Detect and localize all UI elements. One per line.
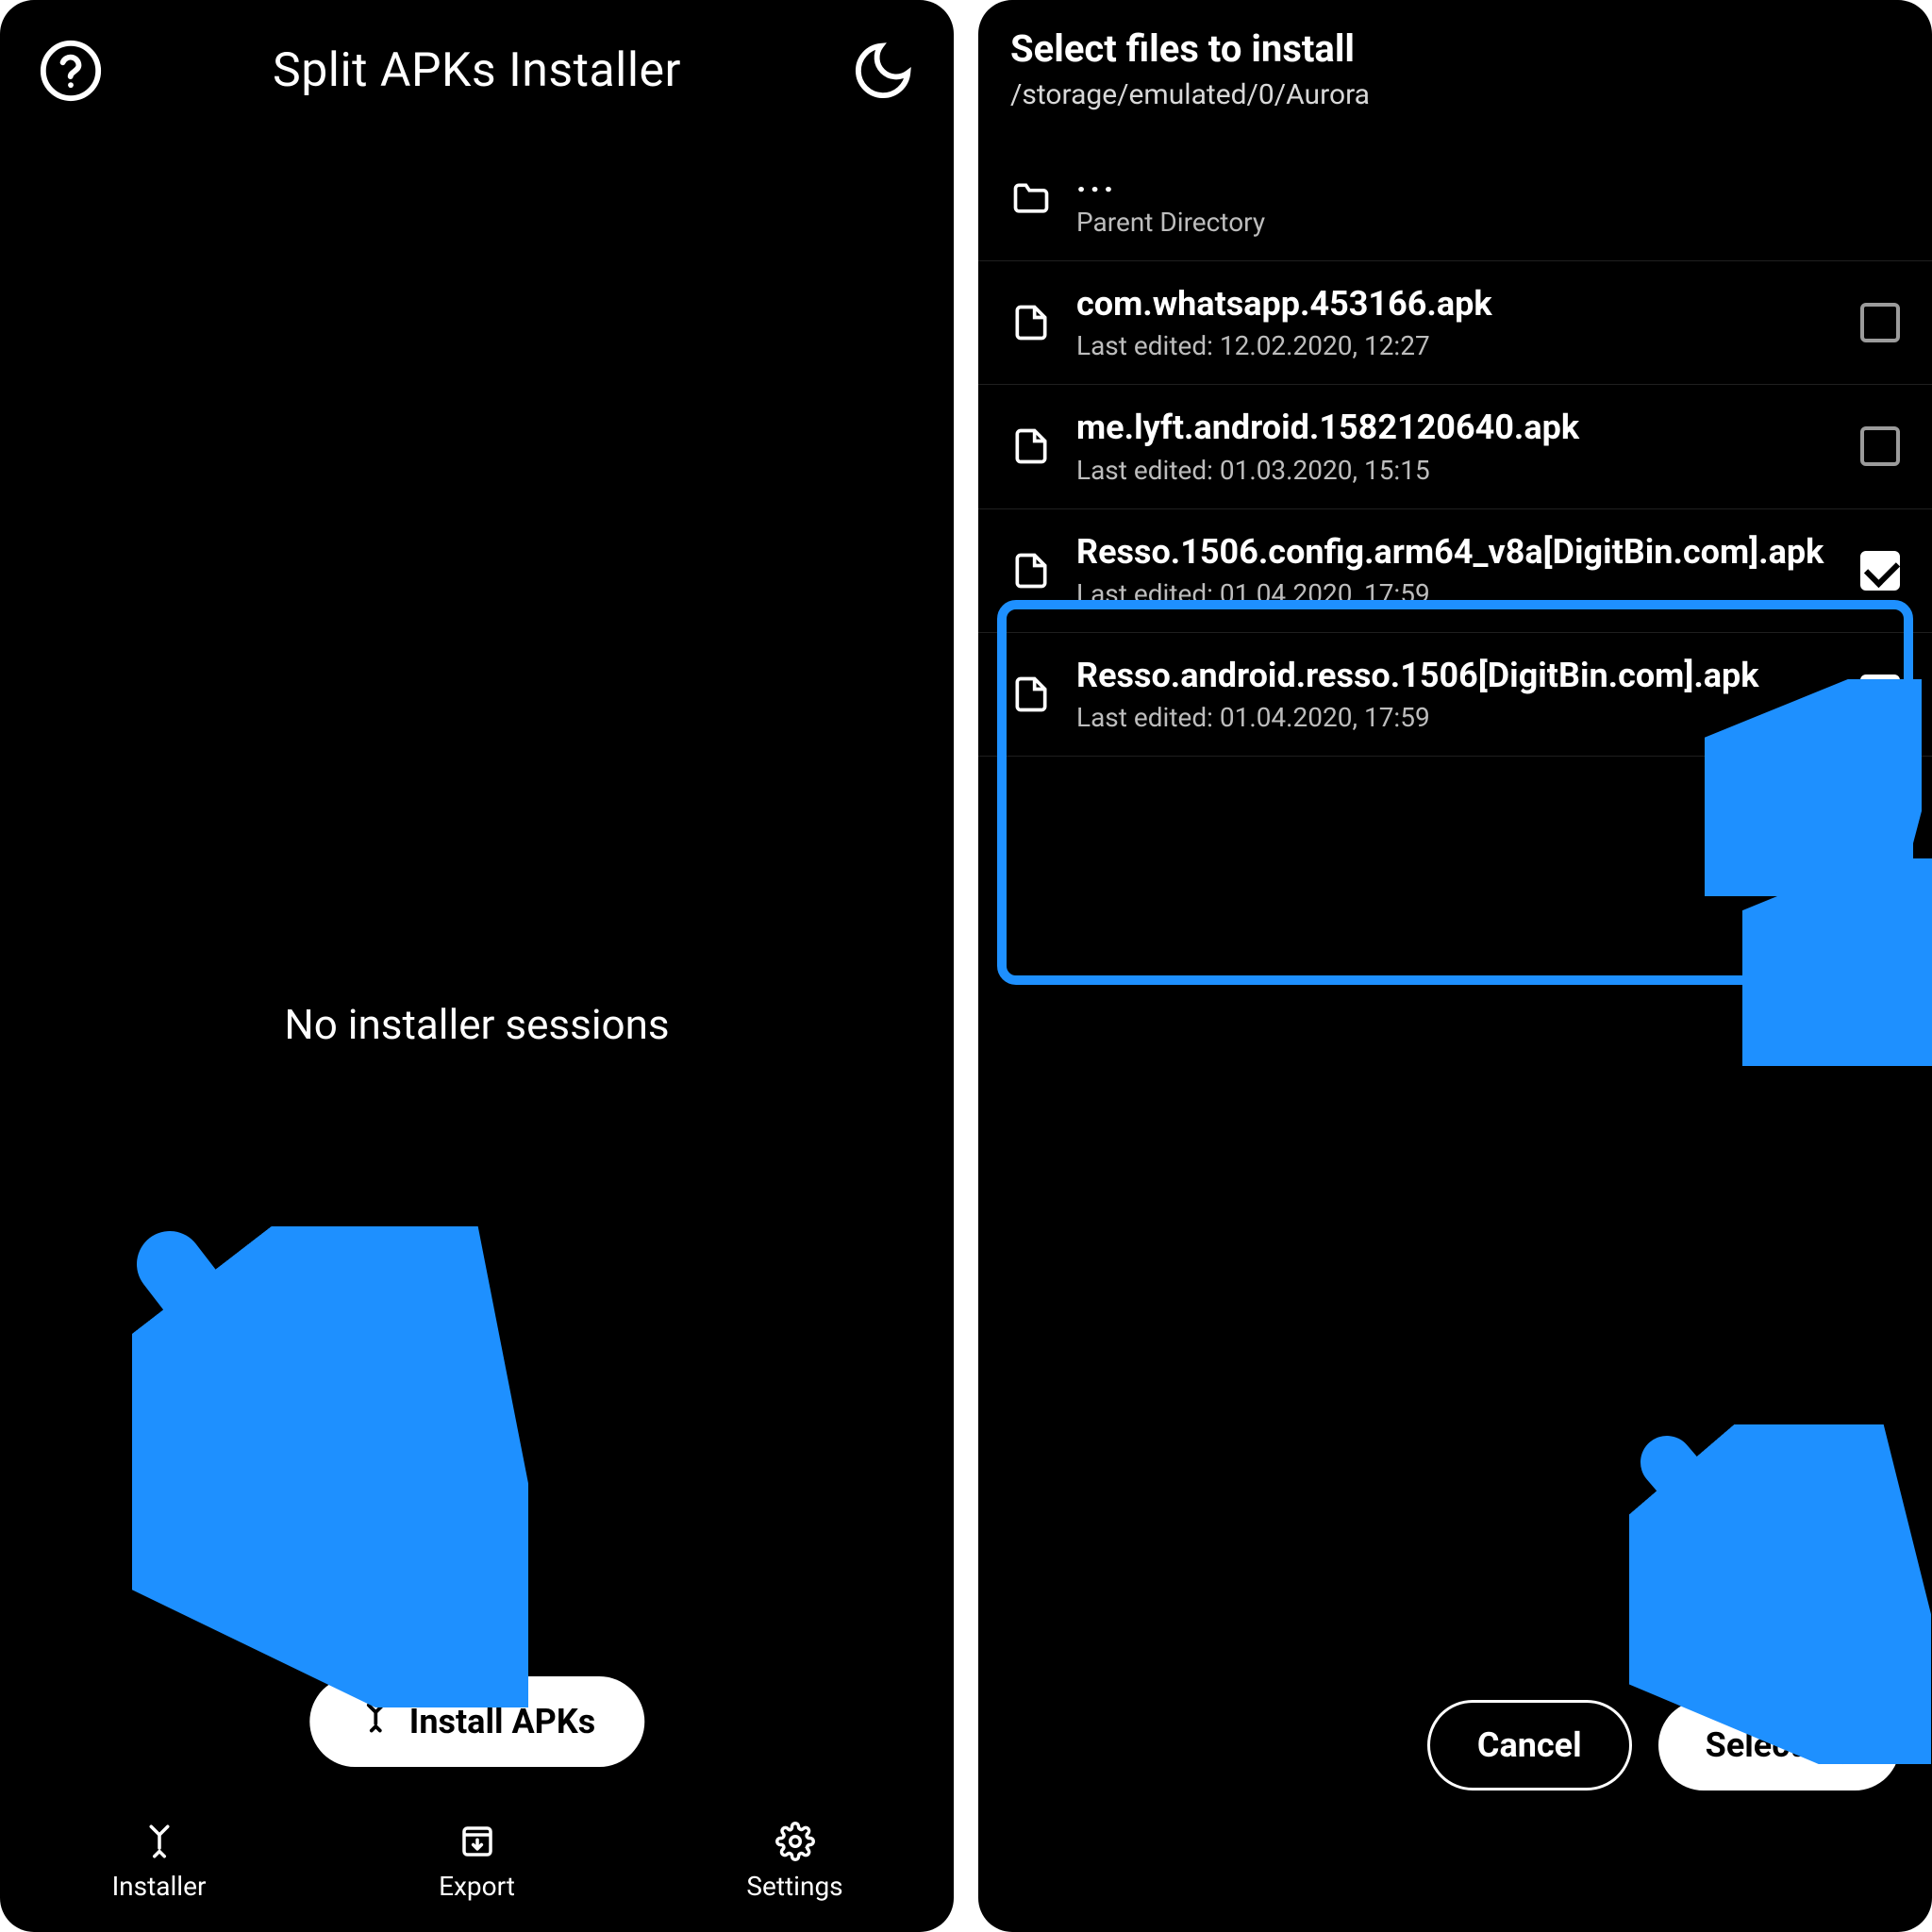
cancel-button[interactable]: Cancel <box>1427 1700 1632 1790</box>
file-row[interactable]: me.lyft.android.1582120640.apk Last edite… <box>978 385 1932 508</box>
picker-actions: Cancel Select (2) <box>1427 1700 1900 1790</box>
file-name: com.whatsapp.453166.apk <box>1076 284 1836 325</box>
file-meta: Last edited: 01.03.2020, 15:15 <box>1076 455 1836 486</box>
file-icon <box>1010 674 1052 715</box>
picker-path: /storage/emulated/0/Aurora <box>1010 78 1900 111</box>
empty-state-text: No installer sessions <box>0 1000 954 1049</box>
help-icon[interactable] <box>38 38 104 104</box>
file-icon <box>1010 302 1052 343</box>
parent-label: Parent Directory <box>1076 207 1900 238</box>
checkbox-checked[interactable] <box>1860 675 1900 714</box>
annotation-arrow <box>1742 858 1932 1066</box>
nav-installer[interactable]: Installer <box>0 1790 318 1932</box>
file-name: Resso.android.resso.1506[DigitBin.com].a… <box>1076 656 1836 696</box>
file-icon <box>1010 425 1052 467</box>
install-apks-button[interactable]: Install APKs <box>309 1676 644 1767</box>
file-row[interactable]: Resso.android.resso.1506[DigitBin.com].a… <box>978 633 1932 757</box>
left-screen: Split APKs Installer No installer sessio… <box>0 0 954 1932</box>
app-bar: Split APKs Installer <box>0 0 954 142</box>
file-icon <box>1010 550 1052 591</box>
bottom-nav: Installer Export Settings <box>0 1790 954 1932</box>
file-row[interactable]: Resso.1506.config.arm64_v8a[DigitBin.com… <box>978 509 1932 633</box>
file-name: Resso.1506.config.arm64_v8a[DigitBin.com… <box>1076 532 1836 573</box>
parent-dots: ... <box>1076 160 1900 201</box>
checkbox[interactable] <box>1860 303 1900 342</box>
file-meta: Last edited: 01.04.2020, 17:59 <box>1076 578 1836 609</box>
app-title: Split APKs Installer <box>273 43 681 98</box>
file-meta: Last edited: 12.02.2020, 12:27 <box>1076 330 1836 361</box>
nav-label: Export <box>439 1871 515 1902</box>
nav-export[interactable]: Export <box>318 1790 636 1932</box>
right-screen: Select files to install /storage/emulate… <box>978 0 1932 1932</box>
parent-directory-row[interactable]: ... Parent Directory <box>978 138 1932 261</box>
nav-label: Settings <box>746 1871 842 1902</box>
folder-icon <box>1010 178 1052 220</box>
checkbox[interactable] <box>1860 426 1900 466</box>
dark-mode-icon[interactable] <box>850 38 916 104</box>
select-button[interactable]: Select (2) <box>1658 1700 1900 1790</box>
file-picker-header: Select files to install /storage/emulate… <box>978 0 1932 138</box>
file-row[interactable]: com.whatsapp.453166.apk Last edited: 12.0… <box>978 261 1932 385</box>
file-name: me.lyft.android.1582120640.apk <box>1076 408 1836 448</box>
file-meta: Last edited: 01.04.2020, 17:59 <box>1076 702 1836 733</box>
merge-icon <box>358 1701 392 1743</box>
nav-settings[interactable]: Settings <box>636 1790 954 1932</box>
picker-title: Select files to install <box>1010 26 1900 71</box>
nav-label: Installer <box>112 1871 207 1902</box>
annotation-arrow <box>132 1226 528 1707</box>
checkbox-checked[interactable] <box>1860 551 1900 591</box>
install-button-label: Install APKs <box>409 1702 595 1741</box>
